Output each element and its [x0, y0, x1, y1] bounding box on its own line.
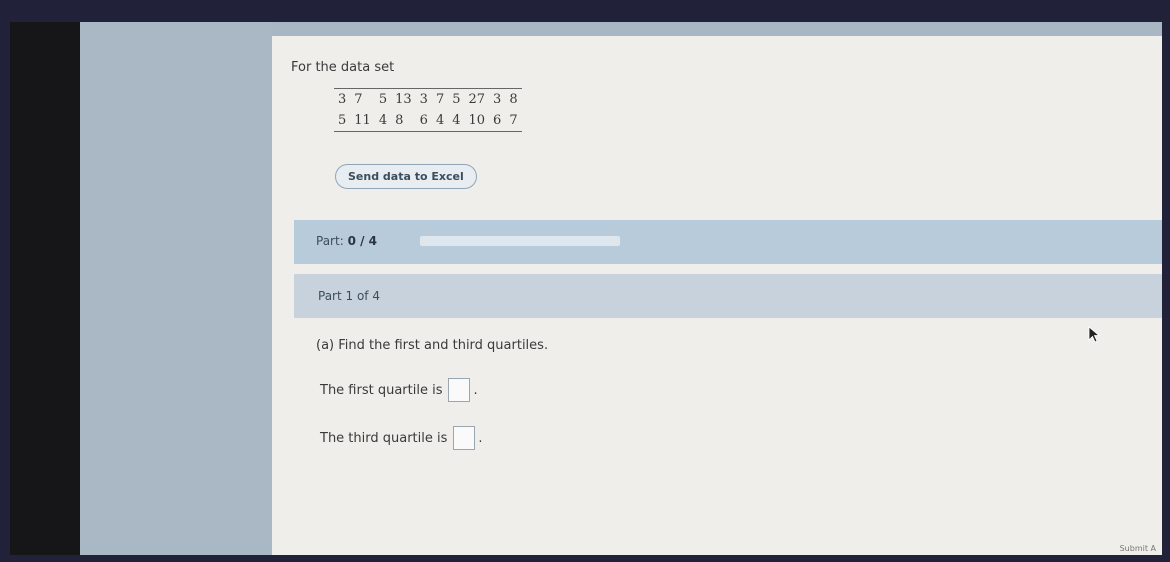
- part-header: Part 1 of 4: [294, 274, 1162, 318]
- part-progress-value: 0 / 4: [347, 234, 377, 248]
- data-cell: 4: [452, 113, 461, 128]
- main-content: For the data set 3 7 5 13 3 7 5 27 3 8 5…: [272, 22, 1162, 555]
- data-row: 3 7 5 13 3 7 5 27 3 8: [334, 89, 522, 111]
- part-progress-bar: Part: 0 / 4: [294, 220, 1162, 264]
- data-cell: 6: [493, 113, 502, 128]
- sentence-period: .: [473, 382, 478, 398]
- left-sidebar: [80, 22, 272, 555]
- data-cell: 3: [338, 92, 347, 107]
- data-cell: 13: [395, 92, 412, 107]
- data-cell: 10: [468, 113, 486, 128]
- data-cell: 11: [354, 113, 371, 128]
- data-set-table: 3 7 5 13 3 7 5 27 3 8 5 11 4 8 6 4 4 10 …: [334, 88, 522, 132]
- data-cell: 8: [509, 92, 518, 107]
- top-strip: [272, 22, 1162, 36]
- third-quartile-label: The third quartile is: [320, 430, 448, 446]
- data-cell: 5: [378, 92, 388, 107]
- data-cell: 3: [419, 92, 428, 107]
- mouse-cursor-icon: [1088, 326, 1101, 343]
- part-progress-label: Part: 0 / 4: [316, 234, 377, 248]
- data-cell: 6: [419, 113, 428, 128]
- data-cell: 8: [395, 113, 404, 128]
- third-quartile-line: The third quartile is .: [320, 426, 483, 450]
- data-cell: 7: [435, 92, 445, 107]
- progress-track: [420, 236, 620, 246]
- data-cell: 5: [338, 113, 347, 128]
- data-cell: 7: [509, 113, 518, 128]
- problem-intro: For the data set: [291, 60, 395, 75]
- first-quartile-input[interactable]: [448, 378, 471, 402]
- data-cell: 4: [435, 113, 445, 128]
- data-cell: 5: [452, 92, 461, 107]
- data-cell: 4: [378, 113, 388, 128]
- data-cell: 27: [468, 92, 486, 107]
- data-cell: 7: [354, 92, 363, 107]
- footer-partial-text[interactable]: Submit A: [1120, 544, 1156, 553]
- third-quartile-input[interactable]: [453, 426, 476, 450]
- data-cell: 3: [493, 92, 502, 107]
- sentence-period: .: [478, 430, 483, 446]
- first-quartile-label: The first quartile is: [320, 382, 443, 398]
- part-header-label: Part 1 of 4: [318, 289, 380, 303]
- monitor-bezel: [10, 22, 80, 555]
- first-quartile-line: The first quartile is .: [320, 378, 478, 402]
- question-text: (a) Find the first and third quartiles.: [316, 338, 549, 353]
- send-data-to-excel-button[interactable]: Send data to Excel: [335, 164, 477, 189]
- data-row: 5 11 4 8 6 4 4 10 6 7: [334, 110, 522, 132]
- part-prefix: Part:: [316, 234, 344, 248]
- monitor-screen: For the data set 3 7 5 13 3 7 5 27 3 8 5…: [10, 22, 1162, 555]
